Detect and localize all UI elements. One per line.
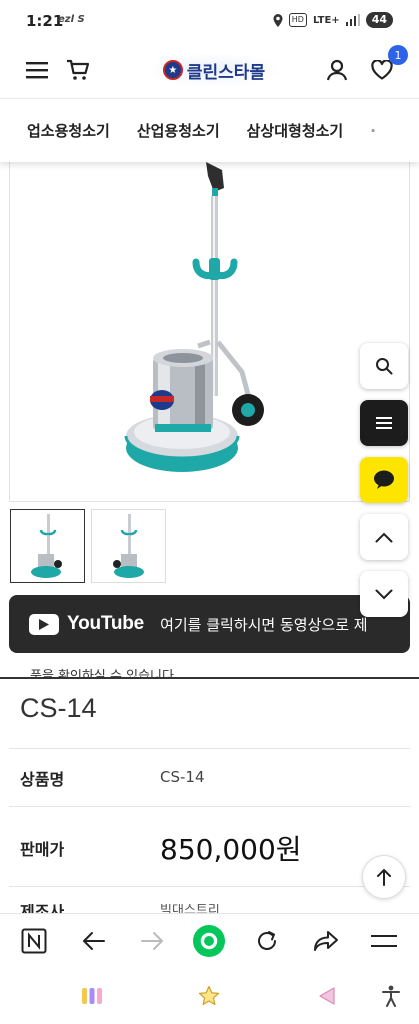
home-button[interactable] <box>196 983 222 1009</box>
cart-icon <box>67 59 90 80</box>
account-button[interactable] <box>323 56 351 84</box>
hamburger-icon <box>371 935 397 947</box>
battery-indicator: 44 <box>365 12 393 28</box>
kakao-chat-button[interactable] <box>360 457 408 503</box>
forward-button[interactable] <box>136 925 168 957</box>
browser-menu-button[interactable] <box>368 925 400 957</box>
thumbnail-2[interactable] <box>91 509 166 583</box>
logo-mark-icon: ★ <box>162 60 183 80</box>
arrow-left-icon <box>83 932 105 950</box>
price-value: 850,000원 <box>160 833 302 866</box>
browser-toolbar <box>0 913 419 967</box>
row-divider <box>9 886 410 887</box>
hd-badge: HD <box>288 13 307 27</box>
youtube-brand: YouTube <box>67 613 145 634</box>
heart-icon <box>371 60 393 80</box>
list-icon <box>376 417 392 429</box>
back-to-top-button[interactable] <box>362 855 406 899</box>
recent-apps-button[interactable] <box>79 983 105 1009</box>
network-label: LTE+ <box>312 14 340 26</box>
green-dot-button[interactable] <box>193 925 225 957</box>
scroll-down-button[interactable] <box>360 571 408 617</box>
floating-menu-button[interactable] <box>360 400 408 446</box>
product-main-image[interactable] <box>9 162 410 502</box>
recent-apps-icon <box>82 988 102 1004</box>
thumbnail-image <box>112 514 144 578</box>
product-name-label: 상품명 <box>20 770 65 789</box>
menu-icon <box>26 62 48 79</box>
chevron-down-icon <box>375 589 393 599</box>
thumbnail-image <box>30 514 62 578</box>
signal-icon <box>345 14 360 26</box>
category-tab[interactable]: 삼상대형청소기 <box>247 120 344 141</box>
home-star-icon <box>198 985 220 1006</box>
green-dot-icon <box>193 925 225 957</box>
back-nav-button[interactable] <box>314 983 340 1009</box>
category-tab-partial[interactable]: · <box>370 122 376 140</box>
status-carrier-icons: ezl S <box>58 14 85 25</box>
back-triangle-icon <box>319 987 335 1005</box>
arrow-right-icon <box>141 932 163 950</box>
naver-home-button[interactable] <box>18 925 50 957</box>
arrow-up-icon <box>377 869 391 886</box>
accessibility-icon <box>382 985 400 1007</box>
status-indicators: HD LTE+ 44 <box>273 12 393 28</box>
share-button[interactable] <box>310 925 342 957</box>
user-icon <box>326 59 348 81</box>
back-button[interactable] <box>78 925 110 957</box>
scroll-up-button[interactable] <box>360 514 408 560</box>
product-name-value: CS-14 <box>160 768 205 786</box>
floating-search-button[interactable] <box>360 343 408 389</box>
youtube-banner[interactable]: YouTube 여기를 클릭하시면 동영상으로 제 <box>9 595 410 653</box>
naver-n-icon <box>21 928 47 954</box>
youtube-message: 여기를 클릭하시면 동영상으로 제 <box>160 615 368 634</box>
accessibility-button[interactable] <box>378 983 404 1009</box>
youtube-play-icon <box>29 613 59 635</box>
thumbnail-strip <box>10 509 166 583</box>
row-divider <box>9 806 410 807</box>
partial-description: 품을 확인하실 수 있습니다 <box>30 669 174 677</box>
category-tab[interactable]: 산업용청소기 <box>137 120 220 141</box>
category-tab[interactable]: 업소용청소기 <box>27 120 110 141</box>
menu-button[interactable] <box>23 56 51 84</box>
floor-machine-image <box>124 162 264 472</box>
chevron-up-icon <box>375 532 393 542</box>
search-icon <box>376 358 393 375</box>
row-divider <box>9 748 410 749</box>
share-icon <box>314 931 338 951</box>
refresh-button[interactable] <box>251 925 283 957</box>
site-logo[interactable]: ★ 클린스타몰 <box>150 54 278 86</box>
thumbnail-1[interactable] <box>10 509 85 583</box>
cart-button[interactable] <box>64 56 92 84</box>
site-header: ★ 클린스타몰 1 <box>0 42 419 98</box>
chat-icon <box>374 470 394 489</box>
wishlist-count-badge: 1 <box>388 45 408 65</box>
section-divider <box>0 677 419 679</box>
system-navigation-bar <box>0 967 419 1024</box>
location-icon <box>273 13 283 27</box>
price-label: 판매가 <box>20 840 65 859</box>
logo-text: 클린스타몰 <box>186 62 266 83</box>
manufacturer-value-partial: 빅대스트리 <box>160 904 220 913</box>
refresh-icon <box>258 931 276 950</box>
category-nav: 업소용청소기 산업용청소기 삼상대형청소기 · <box>0 98 419 162</box>
status-bar: 1:21 ezl S HD LTE+ 44 <box>0 0 419 42</box>
product-title: CS-14 <box>20 693 97 723</box>
